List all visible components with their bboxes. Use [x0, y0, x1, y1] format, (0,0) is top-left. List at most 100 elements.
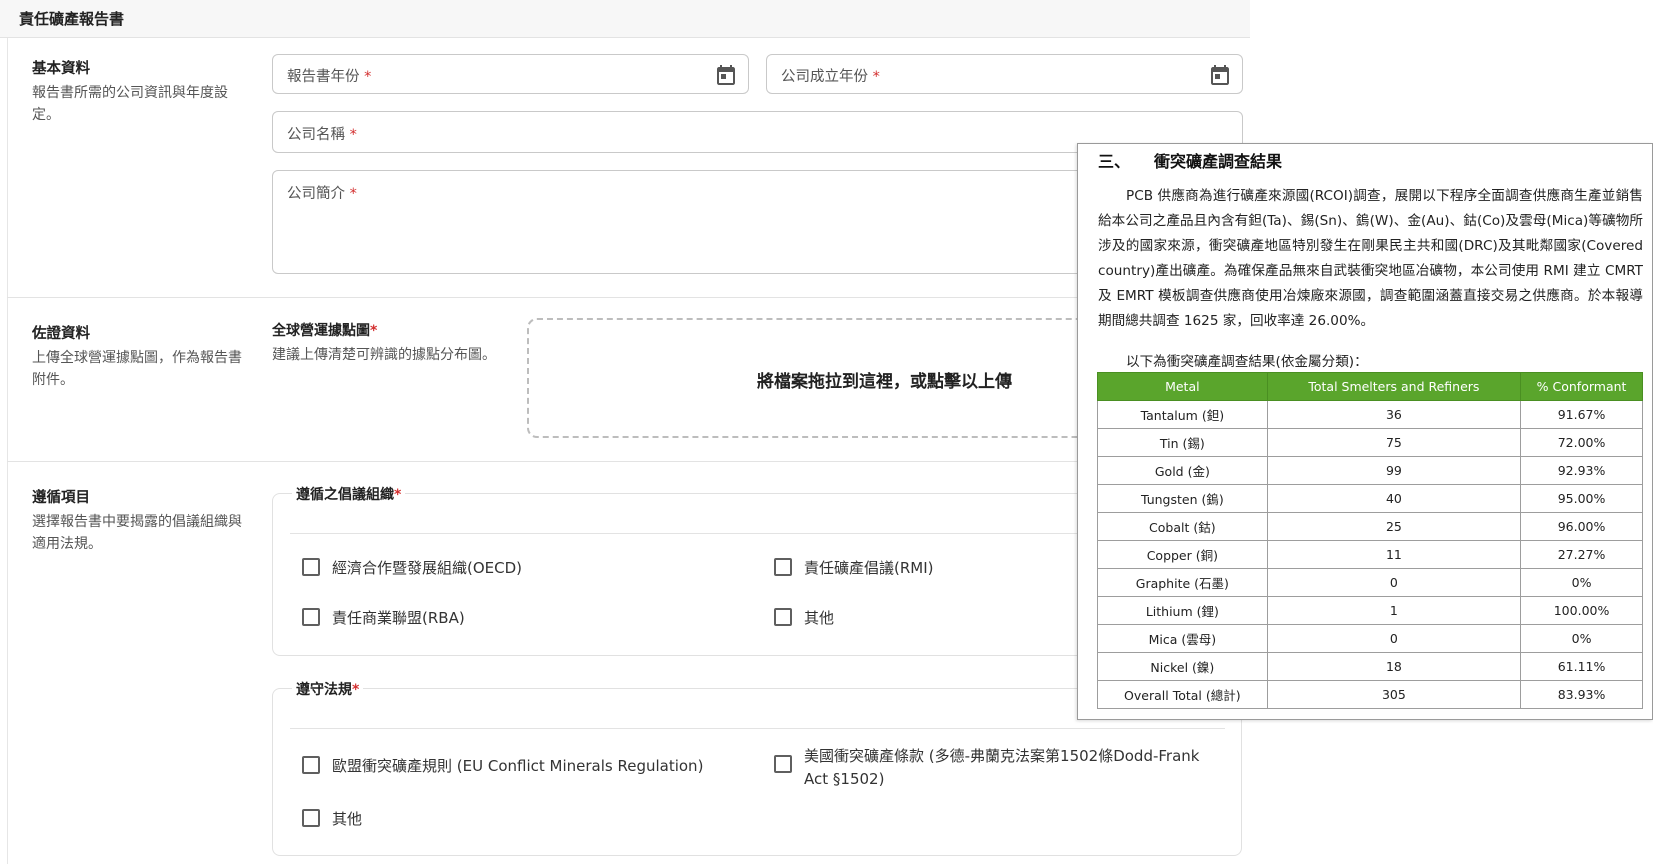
- table-cell: 25: [1266, 512, 1522, 541]
- checkbox-box[interactable]: [302, 608, 320, 626]
- report-year-label: 報告書年份 *: [287, 69, 372, 85]
- table-cell: Cobalt (鈷): [1097, 512, 1268, 541]
- checkbox-label: 其他: [804, 609, 835, 627]
- checkbox-initiative-other[interactable]: 其他: [774, 607, 834, 630]
- app-title: 責任礦產報告書: [19, 10, 125, 28]
- founded-year-label: 公司成立年份 *: [781, 69, 880, 85]
- doc-heading: 三、 衝突礦產調查結果: [1098, 152, 1283, 171]
- initiatives-legend: 遵循之倡議組織*: [292, 484, 406, 504]
- table-cell: Overall Total (總計): [1097, 680, 1268, 709]
- checkbox-dodd-frank[interactable]: 美國衝突礦產條款 (多德-弗蘭克法案第1502條Dodd-Frank Act §…: [774, 745, 1214, 791]
- table-cell: 0%: [1520, 624, 1643, 653]
- evidence-section-title: 佐證資料: [32, 326, 90, 342]
- table-cell: Copper (銅): [1097, 540, 1268, 569]
- table-cell: 91.67%: [1520, 400, 1643, 429]
- table-cell: 72.00%: [1520, 428, 1643, 457]
- table-cell: Nickel (鎳): [1097, 652, 1268, 681]
- checkbox-label: 歐盟衝突礦產規則 (EU Conflict Minerals Regulatio…: [332, 757, 704, 775]
- table-row: Tin (錫) 75 72.00%: [1097, 428, 1643, 457]
- table-body: Tantalum (鉭) 36 91.67% Tin (錫) 75 72.00% Gold …: [1097, 400, 1643, 709]
- checkbox-rmi[interactable]: 責任礦產倡議(RMI): [774, 557, 934, 580]
- table-cell: 95.00%: [1520, 484, 1643, 513]
- table-row: Tantalum (鉭) 36 91.67%: [1097, 400, 1643, 429]
- table-row: Graphite (石墨) 0 0%: [1097, 568, 1643, 597]
- table-row: Nickel (鎳) 18 61.11%: [1097, 652, 1643, 681]
- checkbox-label: 美國衝突礦產條款 (多德-弗蘭克法案第1502條Dodd-Frank Act §…: [804, 747, 1200, 788]
- table-cell: Gold (金): [1097, 456, 1268, 485]
- evidence-section-desc: 上傳全球營運據點圖，作為報告書附件。: [32, 350, 242, 388]
- table-cell: 36: [1266, 400, 1522, 429]
- report-year-field[interactable]: 報告書年份 *: [272, 54, 749, 94]
- table-header-row: Metal Total Smelters and Refiners % Conf…: [1097, 372, 1643, 401]
- table-cell: 99: [1266, 456, 1522, 485]
- regulations-separator: [290, 728, 1225, 729]
- document-preview: 三、 衝突礦產調查結果 PCB 供應商為進行礦產來源國(RCOI)調查，展開以下…: [1077, 143, 1653, 720]
- checkbox-eu-regulation[interactable]: 歐盟衝突礦產規則 (EU Conflict Minerals Regulatio…: [302, 755, 703, 778]
- table-row: Mica (雲母) 0 0%: [1097, 624, 1643, 653]
- table-row: Overall Total (總計) 305 83.93%: [1097, 680, 1643, 709]
- checkbox-box[interactable]: [774, 558, 792, 576]
- basic-section-desc: 報告書所需的公司資訊與年度設定。: [32, 85, 228, 123]
- table-cell: Tungsten (鎢): [1097, 484, 1268, 513]
- table-cell: 0: [1266, 568, 1522, 597]
- doc-paragraph: PCB 供應商為進行礦產來源國(RCOI)調查，展開以下程序全面調查供應商生產並…: [1098, 188, 1643, 329]
- table-row: Copper (銅) 11 27.27%: [1097, 540, 1643, 569]
- calendar-icon[interactable]: [714, 63, 738, 87]
- table-header: Total Smelters and Refiners: [1266, 372, 1522, 401]
- table-row: Gold (金) 99 92.93%: [1097, 456, 1643, 485]
- table-cell: 40: [1266, 484, 1522, 513]
- app-header: 責任礦產報告書: [0, 0, 1250, 38]
- conflict-minerals-table: Metal Total Smelters and Refiners % Conf…: [1097, 372, 1643, 709]
- section-divider: [7, 297, 1250, 298]
- dropzone-text: 將檔案拖拉到這裡，或點擊以上傳: [757, 372, 1012, 392]
- checkbox-box[interactable]: [302, 558, 320, 576]
- checkbox-label: 責任礦產倡議(RMI): [804, 559, 934, 577]
- compliance-section-desc: 選擇報告書中要揭露的倡議組織與適用法規。: [32, 514, 242, 552]
- table-cell: Tin (錫): [1097, 428, 1268, 457]
- table-cell: 27.27%: [1520, 540, 1643, 569]
- checkbox-label: 其他: [332, 810, 363, 828]
- checkbox-label: 責任商業聯盟(RBA): [332, 609, 465, 627]
- checkbox-regulation-other[interactable]: 其他: [302, 808, 362, 831]
- regulations-legend: 遵守法規*: [292, 679, 364, 699]
- compliance-section-title: 遵循項目: [32, 490, 90, 506]
- checkbox-label: 經濟合作暨發展組織(OECD): [332, 559, 523, 577]
- table-cell: 11: [1266, 540, 1522, 569]
- table-cell: 0%: [1520, 568, 1643, 597]
- table-row: Tungsten (鎢) 40 95.00%: [1097, 484, 1643, 513]
- founded-year-field[interactable]: 公司成立年份 *: [766, 54, 1243, 94]
- checkbox-box[interactable]: [302, 756, 320, 774]
- table-cell: Mica (雲母): [1097, 624, 1268, 653]
- checkbox-box[interactable]: [302, 809, 320, 827]
- section-divider: [7, 461, 1250, 462]
- calendar-icon[interactable]: [1208, 63, 1232, 87]
- table-cell: Lithium (鋰): [1097, 596, 1268, 625]
- table-cell: Tantalum (鉭): [1097, 400, 1268, 429]
- table-cell: 18: [1266, 652, 1522, 681]
- checkbox-rba[interactable]: 責任商業聯盟(RBA): [302, 607, 465, 630]
- table-cell: 305: [1266, 680, 1522, 709]
- table-cell: 100.00%: [1520, 596, 1643, 625]
- company-name-label: 公司名稱 *: [287, 127, 357, 143]
- company-intro-label: 公司簡介 *: [287, 186, 357, 202]
- checkbox-oecd[interactable]: 經濟合作暨發展組織(OECD): [302, 557, 522, 580]
- table-cell: Graphite (石墨): [1097, 568, 1268, 597]
- table-cell: 96.00%: [1520, 512, 1643, 541]
- table-row: Lithium (鋰) 1 100.00%: [1097, 596, 1643, 625]
- table-cell: 0: [1266, 624, 1522, 653]
- table-cell: 75: [1266, 428, 1522, 457]
- table-cell: 83.93%: [1520, 680, 1643, 709]
- table-cell: 92.93%: [1520, 456, 1643, 485]
- report-form-app: 責任礦產報告書 基本資料 報告書所需的公司資訊與年度設定。 報告書年份 * 公司…: [0, 0, 1267, 864]
- operation-map-desc: 建議上傳清楚可辨識的據點分布圖。: [272, 347, 496, 363]
- basic-section-title: 基本資料: [32, 61, 90, 77]
- table-header: Metal: [1097, 372, 1268, 401]
- table-cell: 61.11%: [1520, 652, 1643, 681]
- checkbox-box[interactable]: [774, 755, 792, 773]
- table-cell: 1: [1266, 596, 1522, 625]
- table-row: Cobalt (鈷) 25 96.00%: [1097, 512, 1643, 541]
- doc-table-intro: 以下為衝突礦產調查結果(依金屬分類)：: [1126, 354, 1368, 370]
- checkbox-box[interactable]: [774, 608, 792, 626]
- operation-map-title: 全球營運據點圖*: [272, 323, 378, 339]
- table-header: % Conformant: [1520, 372, 1643, 401]
